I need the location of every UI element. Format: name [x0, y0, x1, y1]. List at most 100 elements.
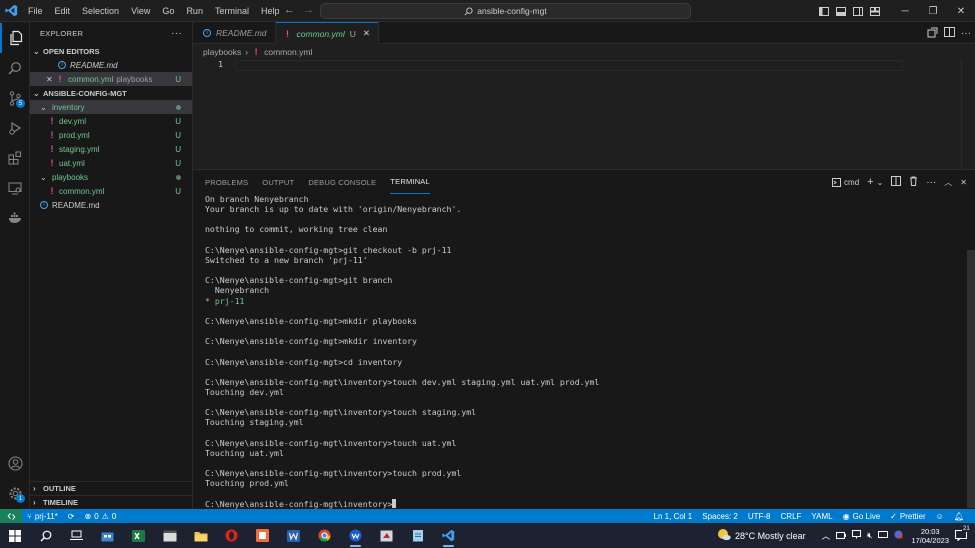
opera-icon[interactable]: [216, 523, 247, 548]
split-editor-icon[interactable]: [944, 27, 955, 39]
indentation[interactable]: Spaces: 2: [697, 512, 743, 521]
terminal-output[interactable]: On branch Nenyebranch Your branch is up t…: [205, 194, 961, 509]
line-endings[interactable]: CRLF: [776, 512, 807, 521]
run-debug-icon[interactable]: [0, 113, 30, 143]
tab-debug-console[interactable]: DEBUG CONSOLE: [308, 170, 376, 194]
forward-arrow-icon[interactable]: →: [303, 4, 314, 16]
tab-terminal[interactable]: TERMINAL: [390, 170, 430, 194]
breadcrumb-file[interactable]: common.yml: [264, 47, 312, 57]
weather-widget[interactable]: 28°C Mostly clear: [735, 531, 806, 541]
minimize-icon[interactable]: ─: [891, 0, 919, 22]
file-staging[interactable]: ! staging.yml U: [30, 142, 192, 156]
menu-help[interactable]: Help: [255, 6, 286, 16]
remote-explorer-icon[interactable]: [0, 173, 30, 203]
tab-readme[interactable]: i README.md: [193, 22, 276, 44]
snipping-tool-icon[interactable]: [371, 523, 402, 548]
split-terminal-icon[interactable]: [891, 176, 902, 188]
editor-scrollbar[interactable]: [961, 59, 975, 169]
accounts-icon[interactable]: [0, 448, 30, 478]
outline-section[interactable]: › OUTLINE: [30, 481, 192, 495]
problems-status[interactable]: ⊗ 0 ⚠ 0: [80, 512, 122, 521]
taskbar-search-icon[interactable]: [30, 523, 61, 548]
folder-playbooks[interactable]: ⌄ playbooks: [30, 170, 192, 184]
maximize-panel-icon[interactable]: ︿: [944, 177, 952, 188]
toggle-sidebar-icon[interactable]: [815, 0, 832, 22]
open-editor-readme[interactable]: i README.md: [30, 58, 192, 72]
explorer-icon[interactable]: [0, 23, 30, 53]
close-tab-icon[interactable]: ✕: [363, 28, 370, 39]
file-uat[interactable]: ! uat.yml U: [30, 156, 192, 170]
back-arrow-icon[interactable]: ←: [284, 4, 295, 16]
close-window-icon[interactable]: ✕: [947, 0, 975, 22]
file-prod[interactable]: ! prod.yml U: [30, 128, 192, 142]
windows-start-icon[interactable]: [0, 523, 30, 548]
docker-icon[interactable]: [0, 203, 30, 233]
close-editor-icon[interactable]: ✕: [46, 75, 56, 84]
menu-view[interactable]: View: [125, 6, 156, 16]
tab-problems[interactable]: PROBLEMS: [205, 170, 248, 194]
webex-icon[interactable]: [340, 523, 371, 548]
volume-muted-icon[interactable]: 🔇︎: [867, 530, 872, 541]
folder-inventory[interactable]: ⌄ inventory: [30, 100, 192, 114]
network-icon[interactable]: [852, 530, 862, 541]
toggle-panel-icon[interactable]: [832, 0, 849, 22]
prettier-status[interactable]: ✓ Prettier: [885, 512, 931, 521]
feedback-icon[interactable]: ☺: [931, 512, 949, 521]
paint-app-icon[interactable]: [247, 523, 278, 548]
more-actions-icon[interactable]: ···: [961, 28, 971, 39]
notifications-bell-icon[interactable]: 🔔︎: [949, 512, 969, 521]
explorer-more-icon[interactable]: ···: [171, 28, 182, 39]
clock[interactable]: 20:03 17/04/2023: [905, 527, 955, 545]
cursor-position[interactable]: Ln 1, Col 1: [649, 512, 698, 521]
menu-terminal[interactable]: Terminal: [209, 6, 255, 16]
menu-edit[interactable]: Edit: [49, 6, 77, 16]
file-dev[interactable]: ! dev.yml U: [30, 114, 192, 128]
file-readme[interactable]: i README.md: [30, 198, 192, 212]
open-changes-icon[interactable]: [927, 27, 938, 40]
task-view-icon[interactable]: [61, 523, 92, 548]
breadcrumb-folder[interactable]: playbooks: [203, 47, 241, 57]
notepad-icon[interactable]: [402, 523, 433, 548]
vscode-taskbar-icon[interactable]: [433, 523, 464, 548]
go-live-button[interactable]: ◉ Go Live: [838, 512, 886, 521]
file-explorer-icon[interactable]: [185, 523, 216, 548]
menu-selection[interactable]: Selection: [76, 6, 125, 16]
chevron-up-icon[interactable]: ︿: [822, 530, 831, 542]
manage-gear-icon[interactable]: 1: [0, 478, 30, 508]
extensions-icon[interactable]: [0, 143, 30, 173]
timeline-section[interactable]: › TIMELINE: [30, 495, 192, 509]
excel-icon[interactable]: [123, 523, 154, 548]
menu-go[interactable]: Go: [156, 6, 180, 16]
tab-common-yml[interactable]: ! common.yml U ✕: [275, 22, 379, 44]
terminal-shell-selector[interactable]: cmd: [832, 177, 859, 187]
language-mode[interactable]: YAML: [806, 512, 837, 521]
more-actions-icon[interactable]: ···: [926, 177, 936, 188]
notification-center-icon[interactable]: 21: [955, 526, 971, 541]
clapper-app-icon[interactable]: [154, 523, 185, 548]
source-control-icon[interactable]: 5: [0, 83, 30, 113]
open-editors-section[interactable]: ⌄ OPEN EDITORS: [30, 44, 192, 58]
chevron-down-icon[interactable]: ⌄: [877, 178, 884, 187]
restore-icon[interactable]: ❐: [919, 0, 947, 22]
tab-output[interactable]: OUTPUT: [262, 170, 294, 194]
sync-status[interactable]: ⟳: [63, 512, 80, 521]
project-section[interactable]: ⌄ ANSIBLE-CONFIG-MGT: [30, 86, 192, 100]
word-icon[interactable]: [278, 523, 309, 548]
microsoft-store-icon[interactable]: [92, 523, 123, 548]
file-common[interactable]: ! common.yml U: [30, 184, 192, 198]
git-branch-status[interactable]: ⑂ prj-11*: [22, 512, 63, 521]
encoding[interactable]: UTF-8: [743, 512, 776, 521]
command-center-search[interactable]: ansible-config-mgt: [320, 3, 691, 19]
code-editor[interactable]: 1: [193, 59, 975, 169]
close-panel-icon[interactable]: ✕: [960, 178, 967, 187]
terminal-scrollbar[interactable]: [967, 250, 975, 508]
toggle-secondary-sidebar-icon[interactable]: [849, 0, 866, 22]
trash-icon[interactable]: [909, 176, 918, 188]
menu-run[interactable]: Run: [180, 6, 209, 16]
display-icon[interactable]: [878, 530, 889, 541]
chrome-icon[interactable]: [309, 523, 340, 548]
remote-indicator-icon[interactable]: [0, 509, 22, 523]
new-terminal-icon[interactable]: +: [867, 176, 873, 188]
security-shield-icon[interactable]: [894, 530, 903, 541]
menu-file[interactable]: File: [22, 6, 49, 16]
